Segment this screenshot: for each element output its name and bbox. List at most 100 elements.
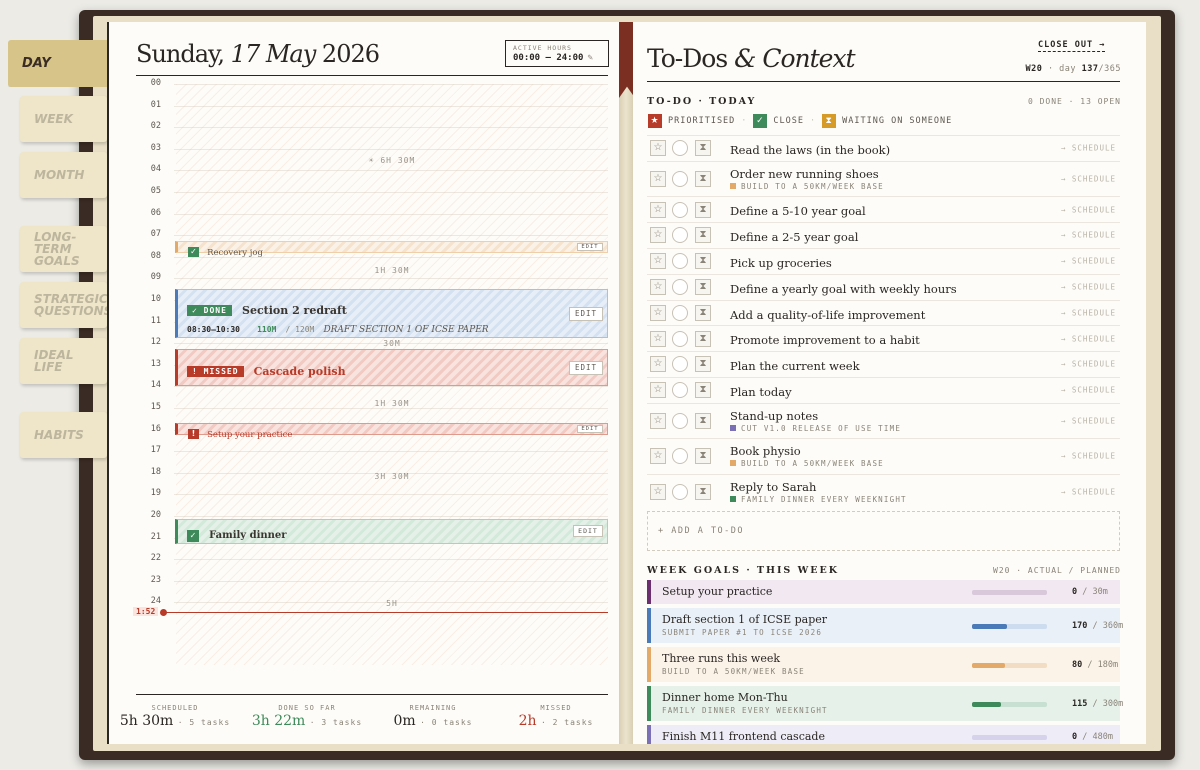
close-circle-icon[interactable] <box>672 227 688 244</box>
event-family-dinner[interactable]: ✓ Family dinner EDIT <box>175 519 608 544</box>
close-circle-icon[interactable] <box>672 356 688 373</box>
close-circle-icon[interactable] <box>672 171 688 188</box>
hourglass-icon[interactable]: ⧗ <box>695 304 711 321</box>
todo-title: Stand-up notes <box>730 408 819 423</box>
close-out-button[interactable]: CLOSE OUT → <box>1038 40 1106 52</box>
current-time-line <box>164 612 608 613</box>
tab-strategic-questions[interactable]: Strategic Questions <box>20 282 112 328</box>
close-circle-icon[interactable] <box>672 412 688 429</box>
close-circle-icon[interactable] <box>672 201 688 218</box>
week-goal-item[interactable]: Three runs this week BUILD TO A 50KM/WEEK… <box>647 647 1120 682</box>
todo-item[interactable]: ☆ ⧗ Plan the current week → SCHEDULE <box>647 351 1120 377</box>
tab-day[interactable]: Day <box>8 40 118 87</box>
hourglass-icon[interactable]: ⧗ <box>695 382 711 399</box>
hour-label: 20 <box>150 510 161 520</box>
star-icon[interactable]: ☆ <box>650 279 666 296</box>
missed-badge: ! MISSED <box>187 366 244 377</box>
star-icon[interactable]: ☆ <box>650 483 666 500</box>
hourglass-icon[interactable]: ⧗ <box>695 201 711 218</box>
todo-item[interactable]: ☆ ⧗ Order new running shoes BUILD TO A 50KM… <box>647 160 1120 197</box>
schedule-button[interactable]: → SCHEDULE <box>1061 487 1116 496</box>
tab-week[interactable]: Week <box>20 96 107 142</box>
add-todo-button[interactable]: + ADD A TO-DO <box>647 511 1120 551</box>
todo-item[interactable]: ☆ ⧗ Read the laws (in the book) → SCHEDULE <box>647 135 1120 161</box>
schedule-button[interactable]: → SCHEDULE <box>1061 257 1116 266</box>
tab-ideal-life[interactable]: Ideal Life <box>20 338 107 384</box>
tab-long-term-goals[interactable]: Long-Term Goals <box>20 226 107 272</box>
hourglass-icon[interactable]: ⧗ <box>695 483 711 500</box>
day-label: · day <box>1047 64 1077 74</box>
hour-label: 18 <box>150 466 161 477</box>
schedule-button[interactable]: → SCHEDULE <box>1061 386 1116 395</box>
star-icon[interactable]: ☆ <box>650 201 666 218</box>
star-icon[interactable]: ☆ <box>650 448 666 465</box>
week-day-indicator: W20 · day 137/365 <box>1025 64 1121 74</box>
actual-minutes: 110M <box>257 325 277 334</box>
todo-legend: ★ PRIORITISED · ✓ CLOSE · ⧗ WAITING ON S… <box>648 114 952 128</box>
edit-button[interactable]: EDIT <box>577 243 603 251</box>
hourglass-icon[interactable]: ⧗ <box>695 171 711 188</box>
event-setup-your-practice[interactable]: ! Setup your practice EDIT <box>175 423 608 440</box>
schedule-button[interactable]: → SCHEDULE <box>1061 231 1116 240</box>
week-goal-item[interactable]: Dinner home Mon-Thu FAMILY DINNER EVERY W… <box>647 686 1123 721</box>
hourglass-icon[interactable]: ⧗ <box>695 227 711 244</box>
todo-item[interactable]: ☆ ⧗ Define a 2-5 year goal → SCHEDULE <box>647 222 1120 248</box>
hourglass-icon[interactable]: ⧗ <box>695 279 711 296</box>
schedule-button[interactable]: → SCHEDULE <box>1061 144 1116 153</box>
star-icon[interactable]: ☆ <box>650 330 666 347</box>
star-icon[interactable]: ☆ <box>650 227 666 244</box>
close-circle-icon[interactable] <box>672 253 688 270</box>
tab-month[interactable]: Month <box>20 152 107 198</box>
edit-button[interactable]: EDIT <box>573 525 603 537</box>
todo-item[interactable]: ☆ ⧗ Plan today → SCHEDULE <box>647 376 1120 403</box>
event-section-2-redraft[interactable]: ✓ DONE Section 2 redraft 08:30–10:30 110… <box>175 289 608 338</box>
edit-button[interactable]: EDIT <box>569 361 603 375</box>
star-icon[interactable]: ☆ <box>650 304 666 321</box>
hourglass-icon[interactable]: ⧗ <box>695 330 711 347</box>
schedule-button[interactable]: → SCHEDULE <box>1061 205 1116 214</box>
edit-button[interactable]: EDIT <box>569 307 603 321</box>
todo-item[interactable]: ☆ ⧗ Pick up groceries → SCHEDULE <box>647 247 1120 274</box>
event-cascade-polish[interactable]: ! MISSED Cascade polish EDIT <box>175 349 608 386</box>
todo-item[interactable]: ☆ ⧗ Reply to Sarah FAMILY DINNER EVERY WEEK… <box>647 473 1120 510</box>
todo-item[interactable]: ☆ ⧗ Promote improvement to a habit → SCHEDU… <box>647 325 1120 351</box>
schedule-button[interactable]: → SCHEDULE <box>1061 175 1116 184</box>
week-goal-item[interactable]: Finish M11 frontend cascade 0 / 480m <box>647 725 1120 744</box>
todo-item[interactable]: ☆ ⧗ Add a quality-of-life improvement → SCH… <box>647 299 1120 326</box>
schedule-button[interactable]: → SCHEDULE <box>1061 360 1116 369</box>
hourglass-icon[interactable]: ⧗ <box>695 140 711 157</box>
close-circle-icon[interactable] <box>672 330 688 347</box>
event-recovery-jog[interactable]: ✓ Recovery jog EDIT <box>175 241 608 258</box>
goal-progress-bar <box>972 735 1047 740</box>
stat-label: REMAINING <box>409 704 457 712</box>
schedule-button[interactable]: → SCHEDULE <box>1061 308 1116 317</box>
schedule-button[interactable]: → SCHEDULE <box>1061 283 1116 292</box>
schedule-button[interactable]: → SCHEDULE <box>1061 416 1116 425</box>
hourglass-icon[interactable]: ⧗ <box>695 448 711 465</box>
close-circle-icon[interactable] <box>672 382 688 399</box>
hourglass-icon[interactable]: ⧗ <box>695 253 711 270</box>
todo-item[interactable]: ☆ ⧗ Define a 5-10 year goal → SCHEDULE <box>647 196 1120 222</box>
todo-item[interactable]: ☆ ⧗ Define a yearly goal with weekly hours… <box>647 273 1120 300</box>
todo-item[interactable]: ☆ ⧗ Stand-up notes CUT V1.0 RELEASE OF USE … <box>647 402 1120 439</box>
star-icon[interactable]: ☆ <box>650 356 666 373</box>
hourglass-icon[interactable]: ⧗ <box>695 412 711 429</box>
schedule-button[interactable]: → SCHEDULE <box>1061 452 1116 461</box>
week-goal-item[interactable]: Setup your practice 0 / 30m <box>647 580 1120 604</box>
close-circle-icon[interactable] <box>672 140 688 157</box>
star-icon[interactable]: ☆ <box>650 171 666 188</box>
star-icon[interactable]: ☆ <box>650 253 666 270</box>
edit-button[interactable]: EDIT <box>577 425 603 433</box>
tab-habits[interactable]: Habits <box>20 412 107 458</box>
close-circle-icon[interactable] <box>672 483 688 500</box>
week-goal-item[interactable]: Draft section 1 of ICSE paper SUBMIT PAPE… <box>647 608 1123 643</box>
close-circle-icon[interactable] <box>672 448 688 465</box>
schedule-button[interactable]: → SCHEDULE <box>1061 334 1116 343</box>
star-icon[interactable]: ☆ <box>650 140 666 157</box>
close-circle-icon[interactable] <box>672 279 688 296</box>
todo-item[interactable]: ☆ ⧗ Book physio BUILD TO A 50KM/WEEK BASE → … <box>647 438 1120 474</box>
close-circle-icon[interactable] <box>672 304 688 321</box>
star-icon[interactable]: ☆ <box>650 412 666 429</box>
hourglass-icon[interactable]: ⧗ <box>695 356 711 373</box>
star-icon[interactable]: ☆ <box>650 382 666 399</box>
